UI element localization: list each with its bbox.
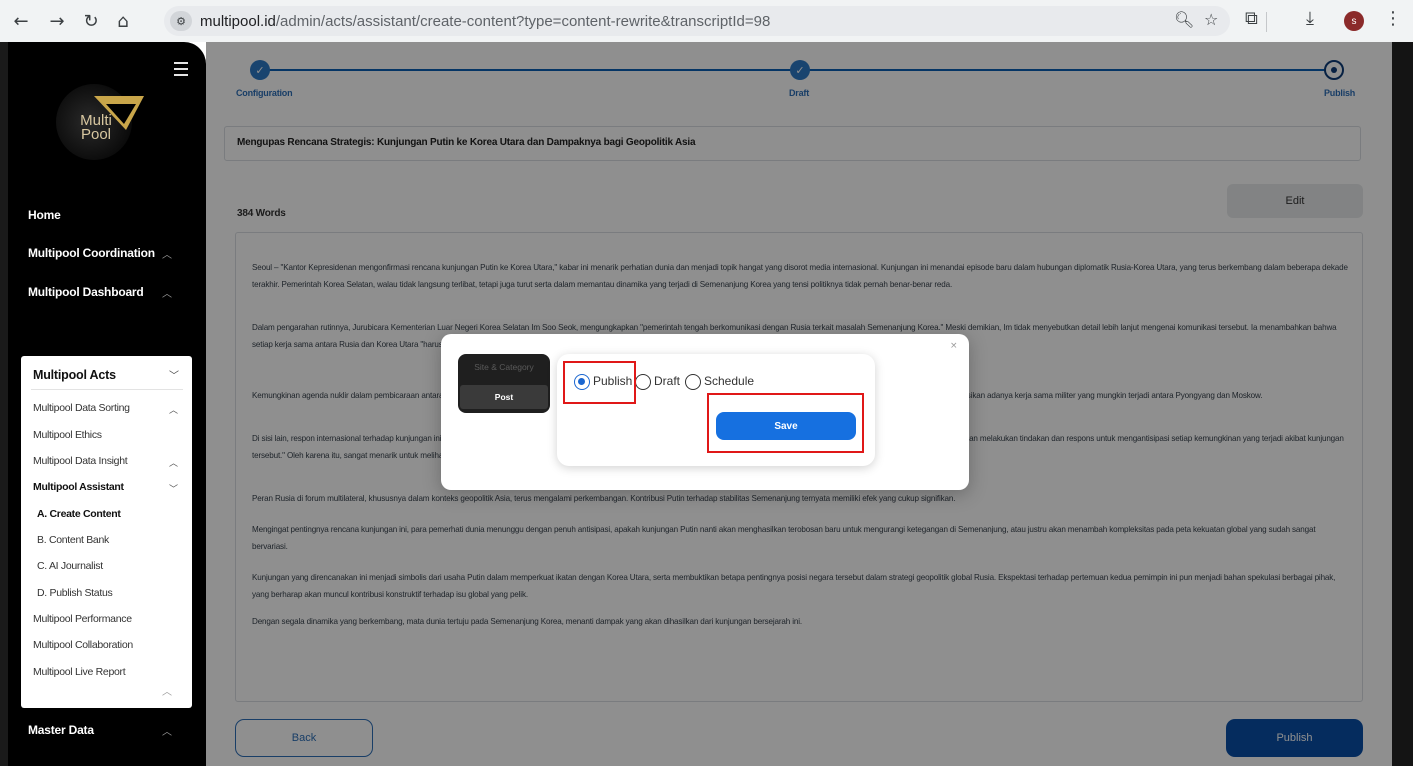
sidebar-item-content-bank[interactable]: B. Content Bank — [37, 534, 109, 546]
url-path: /admin/acts/assistant/create-content?typ… — [275, 13, 771, 30]
chevron-up-icon[interactable]: ︿ — [162, 723, 172, 738]
more-menu-icon[interactable]: ⋮ — [1384, 8, 1402, 29]
sidebar-item-live-report[interactable]: Multipool Live Report — [33, 666, 126, 678]
sidebar-item-ethics[interactable]: Multipool Ethics — [33, 429, 102, 441]
toolbar-divider — [1266, 12, 1267, 32]
sidebar-item-integrated-process[interactable]: Integrated Process — [28, 683, 133, 697]
highlight-box-save — [707, 393, 864, 453]
scrollbar-track[interactable] — [1392, 42, 1413, 766]
divider — [31, 389, 183, 390]
sidebar: Multi Pool Home Multipool Coordination ︿ … — [8, 42, 206, 766]
sidebar-item-ai-journalist[interactable]: C. AI Journalist — [37, 560, 103, 572]
chevron-up-icon[interactable]: ︿ — [162, 285, 172, 300]
sidebar-item-assistant[interactable]: Multipool Assistant — [33, 481, 124, 493]
extensions-icon[interactable]: ⧉ — [1245, 8, 1258, 29]
sidebar-item-publish-status[interactable]: D. Publish Status — [37, 587, 113, 599]
url-text[interactable]: multipool.id/admin/acts/assistant/create… — [200, 13, 770, 30]
sidebar-item-coordination[interactable]: Multipool Coordination — [28, 246, 155, 260]
chevron-up-icon[interactable]: ︿ — [169, 456, 178, 469]
left-frame — [0, 42, 8, 766]
zoom-icon[interactable]: 🔍︎ — [1174, 10, 1194, 29]
chevron-down-icon[interactable]: ﹀ — [169, 482, 178, 495]
chevron-up-icon[interactable]: ︿ — [162, 246, 172, 261]
url-domain: multipool.id — [200, 13, 276, 30]
reload-icon[interactable]: ↻ — [78, 8, 104, 34]
sidebar-item-home[interactable]: Home — [28, 208, 61, 222]
home-icon[interactable]: ⌂ — [110, 8, 136, 34]
draft-radio-label[interactable]: Draft — [654, 374, 680, 388]
sidebar-item-collaboration[interactable]: Multipool Collaboration — [33, 639, 133, 651]
chevron-up-icon[interactable]: ︿ — [169, 403, 178, 416]
sidebar-item-data-insight[interactable]: Multipool Data Insight — [33, 455, 128, 467]
sidebar-item-master-data[interactable]: Master Data — [28, 723, 94, 737]
modal-tabs: Site & Category Post — [458, 354, 550, 413]
download-icon[interactable]: ⤓ — [1306, 8, 1314, 29]
address-bar[interactable]: ⚙ multipool.id/admin/acts/assistant/crea… — [164, 6, 1230, 36]
close-icon[interactable]: × — [950, 341, 958, 351]
browser-toolbar: ← → ↻ ⌂ ⚙ multipool.id/admin/acts/assist… — [0, 0, 1413, 42]
profile-avatar[interactable]: s — [1344, 11, 1364, 31]
schedule-radio-label[interactable]: Schedule — [704, 374, 754, 388]
chevron-down-icon[interactable]: ﹀ — [169, 367, 179, 382]
site-info-icon[interactable]: ⚙ — [170, 11, 192, 31]
sidebar-item-data-sorting[interactable]: Multipool Data Sorting — [33, 402, 130, 414]
bookmark-star-icon[interactable]: ☆ — [1204, 10, 1218, 29]
sidebar-group-acts: Multipool Acts ﹀ Multipool Data Sorting … — [21, 356, 192, 708]
highlight-box-publish — [563, 361, 636, 404]
draft-radio[interactable] — [635, 374, 651, 390]
multipool-logo: Multi Pool — [54, 74, 148, 166]
sidebar-item-acts[interactable]: Multipool Acts — [33, 368, 116, 382]
hamburger-menu-icon[interactable] — [174, 62, 188, 80]
logo-word-2: Pool — [80, 126, 112, 143]
sidebar-item-dashboard[interactable]: Multipool Dashboard — [28, 285, 144, 299]
schedule-radio[interactable] — [685, 374, 701, 390]
sidebar-item-create-content[interactable]: A. Create Content — [37, 508, 121, 520]
sidebar-item-performance[interactable]: Multipool Performance — [33, 613, 132, 625]
forward-arrow-icon[interactable]: → — [44, 8, 70, 34]
chevron-up-icon[interactable]: ︿ — [162, 683, 172, 698]
tab-post[interactable]: Post — [460, 385, 548, 409]
tab-site-category[interactable]: Site & Category — [458, 362, 550, 372]
back-arrow-icon[interactable]: ← — [8, 8, 34, 34]
logo-text: Multi Pool — [76, 113, 116, 143]
